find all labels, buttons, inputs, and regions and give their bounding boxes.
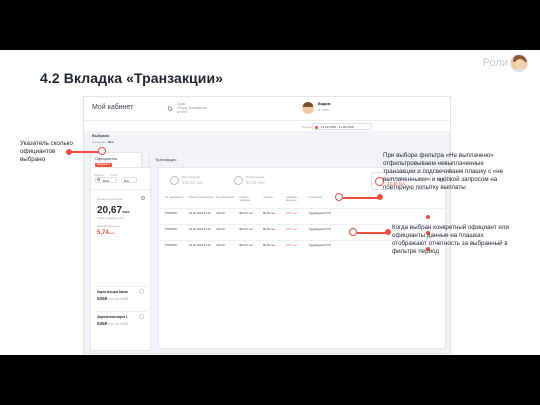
col-header[interactable]: Сумма с чаевыми: [239, 195, 261, 203]
period-bar: [84, 121, 450, 131]
summary-paid[interactable]: Выплаченные 52,31 тыс.: [231, 172, 291, 190]
table-row[interactable]: 67569557 21.02.2018 21:10 232-00 489,00 …: [159, 208, 445, 224]
col-header[interactable]: Время транзакции: [189, 195, 213, 199]
callout-line: [343, 197, 379, 199]
col-header[interactable]: Чаевые: [263, 195, 283, 199]
callout-ring: [335, 193, 343, 201]
address: Суши г.Томск, Вокзальная ул 000: [177, 102, 207, 114]
callout-ring: [98, 147, 106, 155]
user-avatar[interactable]: [510, 54, 528, 72]
circle-icon: [170, 176, 179, 185]
mock-user-role: И. 1235: [318, 108, 329, 112]
callout-right-top: При выборе фильтра «Не выплачено» отфиль…: [383, 152, 504, 191]
commission: Комм. сервиса: 2%: [97, 216, 124, 220]
unpaid-dot-icon: [426, 215, 430, 219]
callout-dot: [377, 194, 383, 200]
slide-title: 4.2 Вкладка «Транзакции»: [40, 70, 224, 86]
callout-dot: [385, 229, 391, 235]
cabinet-title: Мой кабинет: [92, 104, 134, 111]
filter-title: Выбрано: [92, 134, 110, 138]
bank-card[interactable]: Зарплатная карта 1 5368 •••• •••• 4433: [95, 311, 147, 335]
bank-card[interactable]: Карта Альфа банка 5368 •••• •••• 4455: [95, 286, 147, 310]
callout-right-bottom: Когда выбран конкретный официант или офи…: [392, 224, 509, 255]
roles-label: Роли: [482, 57, 508, 69]
col-header[interactable]: № терминала: [216, 195, 236, 199]
table-select[interactable]: Все: [121, 177, 137, 183]
tab-transactions[interactable]: Транзакции: [149, 154, 207, 168]
transactions-panel: Все операции 344,45 тыс. Выплаченные 52,…: [158, 167, 446, 349]
balance-label: Баланс на сегодня: [97, 197, 124, 201]
col-header[interactable]: № транзакции: [165, 195, 185, 199]
tab-waiters[interactable]: Официанты Выбрано 2: [90, 152, 142, 168]
filter-summary: Официант: Все: [92, 140, 114, 144]
user-icon: [97, 178, 100, 181]
radio-icon[interactable]: [139, 289, 144, 294]
mock-header: Мой кабинет Суши г.Томск, Вокзальная ул …: [84, 97, 450, 121]
mock-user-name: Вадим: [318, 102, 331, 106]
divider: [91, 189, 150, 190]
circle-icon: [234, 176, 243, 185]
nonpaid-label: Невыплаченные: [97, 224, 120, 228]
info-icon[interactable]: [141, 196, 145, 200]
balance-value: 20,67тыс: [97, 205, 130, 216]
left-panel: Выбрано Официант: Все Официанты Выбрано …: [90, 133, 176, 351]
summary-all[interactable]: Все операции 344,45 тыс.: [167, 172, 227, 190]
col-header[interactable]: Чаевые к выплате: [286, 195, 308, 203]
mock-user-avatar[interactable]: [302, 102, 314, 114]
balance-card: Кассир Стол ВСЕ Все Баланс на сегодня 20…: [90, 167, 151, 351]
nonpaid-value: 5,74тыс: [97, 230, 115, 236]
radio-icon[interactable]: [139, 314, 144, 319]
callout-ring: [349, 228, 357, 236]
location-icon: [166, 105, 174, 112]
period-picker[interactable]: 13.02.2018 - 21.02.2018: [312, 123, 372, 130]
callout-line: [357, 232, 387, 234]
period-label: Период: [302, 125, 313, 129]
